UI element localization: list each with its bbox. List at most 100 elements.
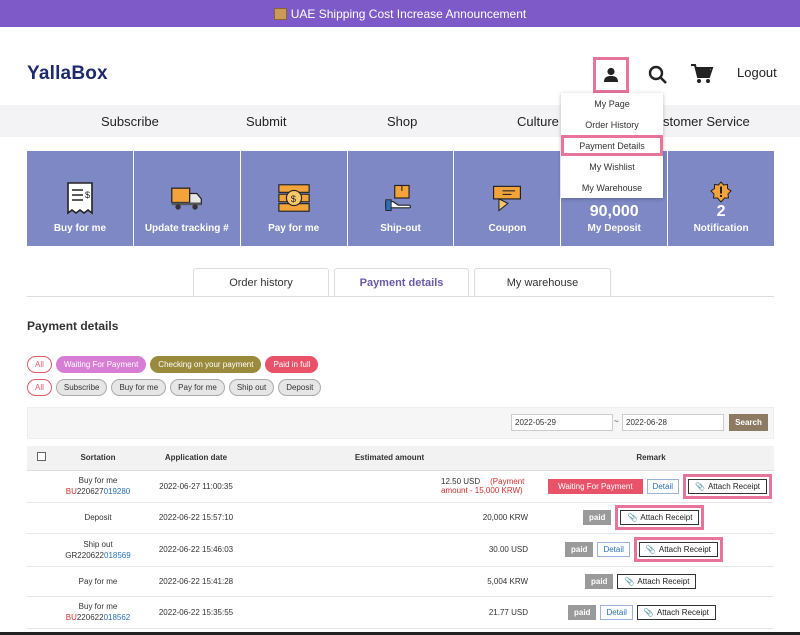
status-filter-row: All Waiting For Payment Checking on your… bbox=[27, 356, 319, 373]
dropdown-my-page[interactable]: My Page bbox=[561, 93, 663, 114]
tile-pay-for-me[interactable]: $ Pay for me bbox=[240, 151, 348, 246]
row-date: 2022-06-22 15:57:10 bbox=[141, 502, 251, 534]
sortation-cell: Buy for me BU220622018562 bbox=[55, 596, 141, 629]
attach-receipt-button[interactable]: 📎 Attach Receipt bbox=[688, 478, 767, 494]
table-row: Buy for me BU220622018562 2022-06-22 15:… bbox=[27, 596, 774, 629]
tab-my-warehouse[interactable]: My warehouse bbox=[474, 268, 611, 296]
col-remark: Remark bbox=[528, 446, 774, 471]
section-title: Payment details bbox=[27, 319, 119, 333]
tile-buy-for-me[interactable]: $ Buy for me bbox=[27, 151, 134, 246]
user-dropdown: My Page Order History Payment Details My… bbox=[561, 93, 663, 198]
dropdown-my-warehouse[interactable]: My Warehouse bbox=[561, 177, 663, 198]
status-badge: paid bbox=[585, 573, 614, 589]
remark-cell: Waiting For Payment Detail 📎 Attach Recei… bbox=[528, 470, 774, 503]
highlight-box: 📎 Attach Receipt bbox=[615, 505, 705, 530]
tile-notification[interactable]: 2 Notification bbox=[668, 151, 775, 246]
detail-button[interactable]: Detail bbox=[646, 478, 679, 494]
status-filter-checking[interactable]: Checking on your payment bbox=[150, 356, 262, 373]
tile-ship-out[interactable]: Ship-out bbox=[347, 151, 455, 246]
attach-receipt-button[interactable]: 📎 Attach Receipt bbox=[620, 510, 700, 525]
type-filter-buy-for-me[interactable]: Buy for me bbox=[111, 379, 167, 396]
remark-cell: paid Detail 📎 Attach Receipt bbox=[528, 596, 774, 629]
tile-coupon[interactable]: Coupon bbox=[454, 151, 562, 246]
status-filter-paid[interactable]: Paid in full bbox=[265, 356, 319, 373]
dropdown-payment-details[interactable]: Payment Details bbox=[561, 135, 663, 156]
tab-order-history[interactable]: Order history bbox=[193, 268, 329, 296]
nav-culture[interactable]: Culture bbox=[517, 114, 559, 129]
logout-link[interactable]: Logout bbox=[737, 65, 777, 80]
announcement-text: UAE Shipping Cost Increase Announcement bbox=[290, 6, 527, 21]
dropdown-my-wishlist[interactable]: My Wishlist bbox=[561, 156, 663, 177]
type-filter-row: All Subscribe Buy for me Pay for me Ship… bbox=[27, 379, 322, 396]
row-date: 2022-06-22 15:35:55 bbox=[141, 596, 251, 629]
search-button[interactable] bbox=[647, 64, 669, 86]
sortation-cell: Buy for me BU220627019280 bbox=[55, 470, 141, 503]
paperclip-icon: 📎 bbox=[624, 576, 635, 586]
dropdown-order-history[interactable]: Order History bbox=[561, 114, 663, 135]
row-type: Buy for me bbox=[78, 602, 118, 611]
nav-subscribe[interactable]: Subscribe bbox=[101, 114, 159, 129]
user-icon bbox=[604, 67, 618, 82]
select-all-cell bbox=[27, 446, 55, 471]
deposit-value: 90,000 bbox=[589, 203, 639, 220]
paperclip-icon: 📎 bbox=[695, 481, 705, 491]
tile-label: Coupon bbox=[488, 223, 527, 234]
detail-button[interactable]: Detail bbox=[597, 542, 630, 557]
row-code[interactable]: BU220622018562 bbox=[55, 612, 141, 623]
table-row: Pay for me 2022-06-22 15:41:28 5,004 KRW… bbox=[27, 566, 774, 597]
announcement-bar[interactable]: UAE Shipping Cost Increase Announcement bbox=[0, 0, 800, 27]
truck-icon bbox=[170, 181, 204, 215]
paperclip-icon: 📎 bbox=[645, 545, 656, 554]
nav-submit[interactable]: Submit bbox=[246, 114, 286, 129]
type-filter-all[interactable]: All bbox=[27, 379, 52, 396]
table-row: Deposit 2022-06-22 15:57:10 20,000 KRW p… bbox=[27, 502, 774, 534]
col-application-date: Application date bbox=[141, 446, 251, 471]
date-separator: ~ bbox=[614, 417, 619, 426]
row-type: Buy for me bbox=[78, 476, 118, 485]
date-from-input[interactable]: 2022-05-29 bbox=[511, 414, 613, 431]
col-estimated-amount: Estimated amount bbox=[251, 446, 528, 471]
nav-shop[interactable]: Shop bbox=[387, 114, 417, 129]
status-filter-waiting[interactable]: Waiting For Payment bbox=[55, 356, 147, 373]
tile-label: My Deposit bbox=[587, 223, 641, 234]
user-menu-button[interactable] bbox=[593, 57, 629, 93]
paperclip-icon: 📎 bbox=[627, 513, 638, 522]
type-filter-deposit[interactable]: Deposit bbox=[278, 379, 322, 396]
table-header-row: Sortation Application date Estimated amo… bbox=[27, 446, 774, 471]
row-type: Deposit bbox=[55, 502, 141, 534]
notification-count: 2 bbox=[716, 203, 726, 220]
attach-receipt-button[interactable]: 📎 Attach Receipt bbox=[617, 573, 697, 589]
receipt-icon: $ bbox=[63, 181, 97, 215]
row-amount: 30.00 USD bbox=[251, 533, 528, 567]
table-row: Buy for me BU220627019280 2022-06-27 11:… bbox=[27, 470, 774, 503]
type-filter-subscribe[interactable]: Subscribe bbox=[55, 379, 108, 396]
highlight-box: 📎 Attach Receipt bbox=[683, 473, 772, 499]
logo[interactable]: YallaBox bbox=[27, 63, 108, 85]
date-to-input[interactable]: 2022-06-28 bbox=[622, 414, 724, 431]
main-nav: Subscribe Submit Shop Culture stomer Ser… bbox=[0, 105, 800, 137]
hand-box-icon bbox=[384, 181, 418, 215]
row-code[interactable]: BU220627019280 bbox=[55, 486, 141, 497]
detail-button[interactable]: Detail bbox=[600, 604, 633, 620]
box-icon bbox=[273, 7, 287, 20]
row-amount: 21.77 USD bbox=[251, 596, 528, 629]
attach-receipt-button[interactable]: 📎 Attach Receipt bbox=[636, 604, 716, 620]
type-filter-pay-for-me[interactable]: Pay for me bbox=[170, 379, 225, 396]
select-all-checkbox[interactable] bbox=[36, 452, 46, 462]
paperclip-icon: 📎 bbox=[643, 607, 654, 617]
remark-cell: paid Detail 📎 Attach Receipt bbox=[528, 533, 774, 567]
svg-text:$: $ bbox=[85, 190, 90, 200]
sortation-cell: Ship out GR220622018569 bbox=[55, 533, 141, 567]
nav-customer-service[interactable]: stomer Service bbox=[663, 114, 750, 129]
tab-payment-details[interactable]: Payment details bbox=[334, 268, 469, 296]
date-search-button[interactable]: Search bbox=[729, 414, 768, 431]
attach-receipt-button[interactable]: 📎 Attach Receipt bbox=[638, 542, 718, 557]
row-type: Ship out bbox=[83, 539, 113, 549]
status-filter-all[interactable]: All bbox=[27, 356, 52, 373]
tile-update-tracking[interactable]: Update tracking # bbox=[133, 151, 241, 246]
type-filter-ship-out[interactable]: Ship out bbox=[228, 379, 275, 396]
cart-button[interactable] bbox=[690, 63, 714, 85]
row-code[interactable]: GR220622018569 bbox=[55, 550, 141, 561]
tile-label: Notification bbox=[693, 223, 749, 234]
tile-label: Ship-out bbox=[380, 223, 421, 234]
